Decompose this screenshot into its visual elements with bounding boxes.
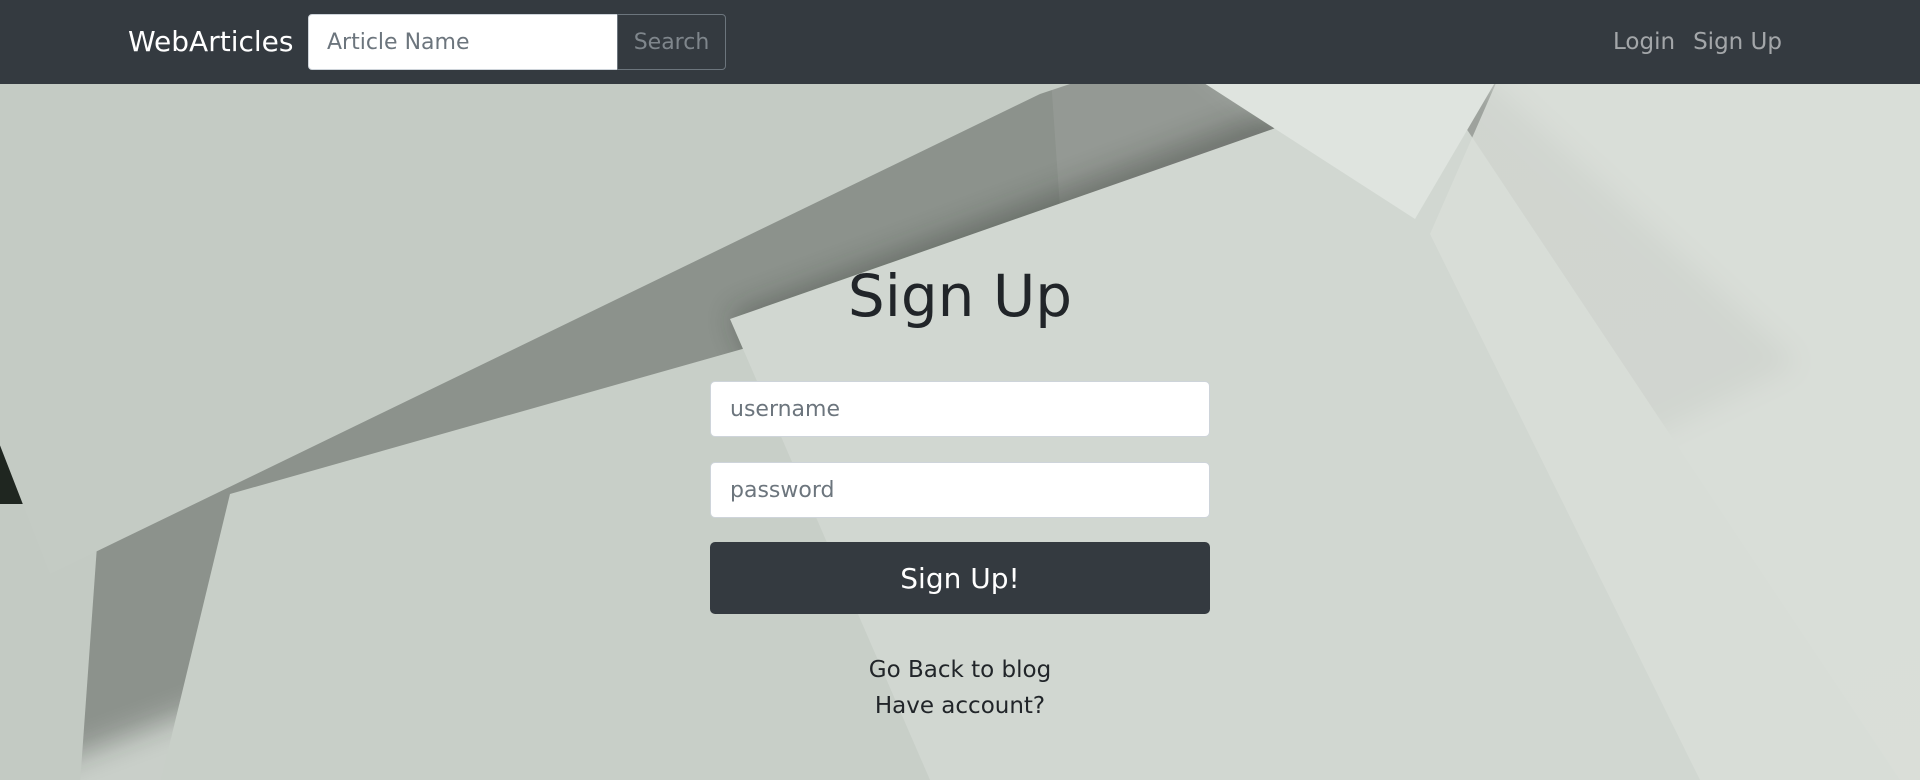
signup-form: Sign Up Sign Up! Go Back to blog Have ac… bbox=[0, 84, 1920, 780]
search-input[interactable] bbox=[308, 14, 618, 70]
signup-link[interactable]: Sign Up bbox=[1693, 24, 1782, 60]
search-button[interactable]: Search bbox=[617, 14, 726, 70]
navbar: WebArticles Search Login Sign Up bbox=[0, 0, 1920, 84]
brand-link[interactable]: WebArticles bbox=[128, 24, 293, 60]
nav-links: Login Sign Up bbox=[1613, 24, 1782, 60]
back-to-blog-link[interactable]: Go Back to blog bbox=[0, 655, 1920, 685]
login-link[interactable]: Login bbox=[1613, 24, 1675, 60]
signup-submit-button[interactable]: Sign Up! bbox=[710, 542, 1210, 614]
page-title: Sign Up bbox=[847, 262, 1073, 330]
page: WebArticles Search Login Sign Up bbox=[0, 0, 1920, 780]
have-account-link[interactable]: Have account? bbox=[0, 691, 1920, 721]
username-field[interactable] bbox=[710, 381, 1210, 437]
password-field[interactable] bbox=[710, 462, 1210, 518]
